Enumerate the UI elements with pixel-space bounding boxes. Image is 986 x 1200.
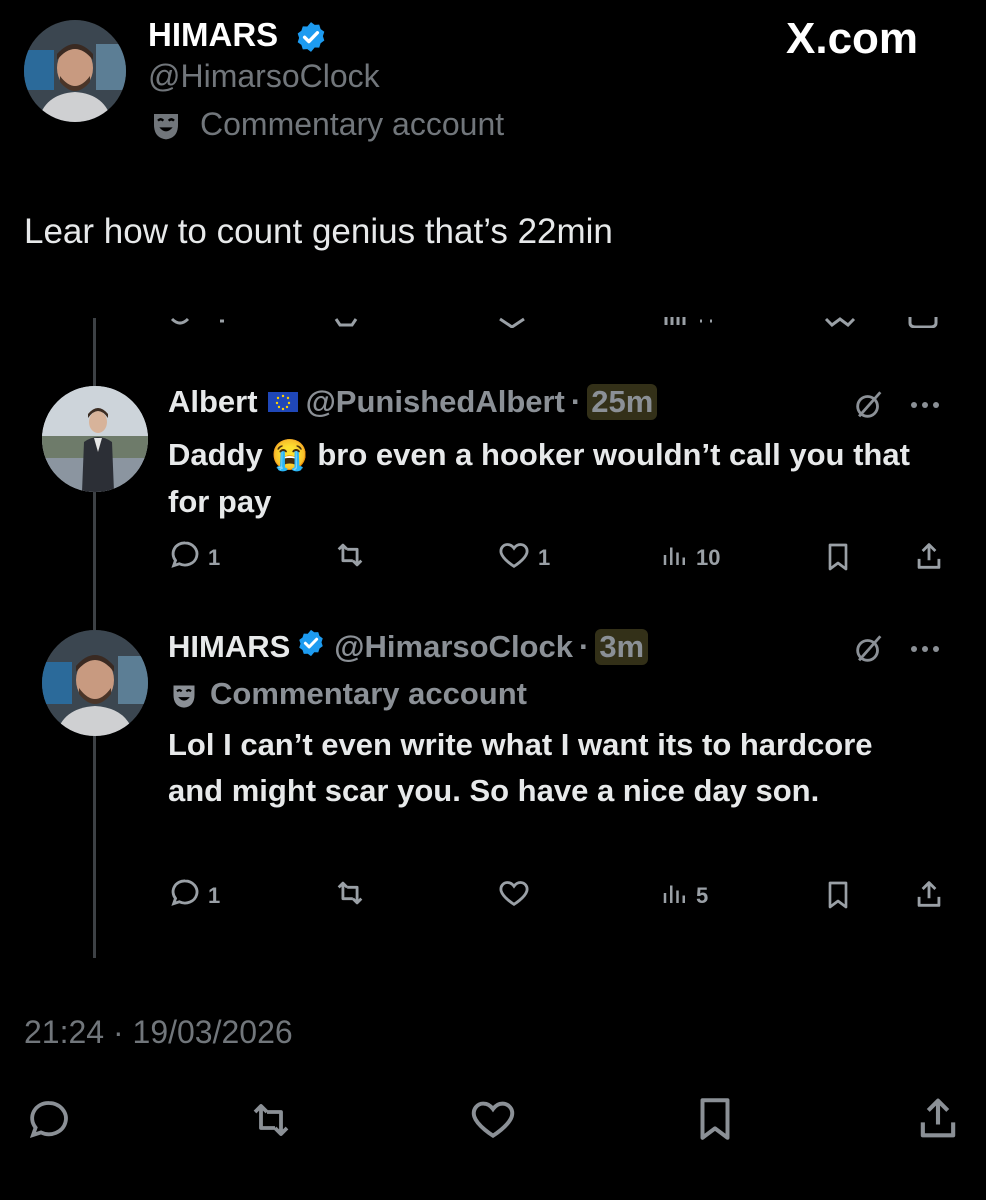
- like-button[interactable]: [496, 876, 538, 916]
- views-button[interactable]: 5: [660, 876, 708, 916]
- more-icon[interactable]: [908, 398, 942, 416]
- repost-icon: [332, 538, 368, 578]
- reply-author-handle[interactable]: @HimarsoClock: [334, 629, 573, 665]
- verified-badge-icon: [294, 20, 328, 59]
- reply-text: Lol I can’t even write what I want its t…: [168, 727, 873, 808]
- reply-time[interactable]: 3m: [595, 629, 649, 665]
- grok-icon[interactable]: [852, 388, 886, 427]
- main-repost-icon[interactable]: [244, 1096, 298, 1149]
- views-icon: [660, 876, 690, 916]
- reply-avatar[interactable]: [42, 386, 148, 492]
- reply-text: Daddy 😭 bro even a hooker wouldn’t call …: [168, 432, 928, 525]
- commentary-mask-icon: [150, 110, 182, 147]
- reply-time[interactable]: 25m: [587, 384, 658, 420]
- repost-icon: [332, 876, 368, 916]
- views-icon: [660, 538, 690, 578]
- share-icon[interactable]: [912, 876, 946, 917]
- reply-icon: [168, 538, 202, 578]
- main-post-text: Lear how to count genius that’s 22min: [24, 212, 613, 251]
- cropped-action-row: [160, 316, 950, 328]
- reply-actions: 1 5: [168, 876, 948, 916]
- reply-button[interactable]: 1: [168, 538, 220, 578]
- reply-header: HIMARS @HimarsoClock · 3m: [168, 628, 649, 666]
- main-author-handle[interactable]: @HimarsoClock: [148, 58, 380, 95]
- main-like-icon[interactable]: [466, 1094, 520, 1149]
- grok-icon[interactable]: [852, 632, 886, 671]
- post-timestamp[interactable]: 21:24 · 19/03/2026: [24, 1014, 293, 1051]
- eu-flag-icon: [267, 384, 298, 420]
- main-bookmark-icon[interactable]: [690, 1094, 740, 1149]
- crying-emoji: 😭: [271, 439, 309, 472]
- views-count: 10: [696, 545, 721, 570]
- reply-icon: [168, 876, 202, 916]
- reply-button[interactable]: 1: [168, 876, 220, 916]
- x-watermark: X.com: [786, 14, 919, 63]
- reply-text-start: Daddy: [168, 437, 263, 472]
- like-count: 1: [538, 545, 551, 570]
- views-count: 5: [696, 883, 709, 908]
- views-button[interactable]: 10: [660, 538, 720, 578]
- reply-count: 1: [208, 545, 221, 570]
- like-icon: [496, 538, 532, 578]
- main-author-avatar[interactable]: [24, 20, 126, 122]
- reply-author-label: Commentary account: [210, 676, 527, 711]
- reply-author-name[interactable]: Albert: [168, 384, 258, 420]
- main-share-icon[interactable]: [912, 1092, 964, 1149]
- more-icon[interactable]: [908, 642, 942, 660]
- reply-separator: ·: [578, 629, 590, 664]
- reply-author-handle[interactable]: @PunishedAlbert: [306, 384, 565, 420]
- reply-author-name[interactable]: HIMARS: [168, 629, 290, 665]
- reply-avatar[interactable]: [42, 630, 148, 736]
- bookmark-icon[interactable]: [822, 878, 854, 917]
- verified-badge-icon: [296, 628, 326, 666]
- reply-count: 1: [208, 883, 221, 908]
- share-icon[interactable]: [912, 538, 946, 579]
- like-icon: [496, 876, 532, 916]
- reply-separator: ·: [570, 384, 582, 419]
- like-button[interactable]: 1: [496, 538, 550, 578]
- main-author-label: Commentary account: [200, 106, 505, 142]
- repost-button[interactable]: [332, 876, 374, 916]
- reply-header: Albert @PunishedAlbert · 25m: [168, 384, 658, 420]
- main-author-name[interactable]: HIMARS: [148, 16, 278, 54]
- commentary-mask-icon: [170, 682, 198, 715]
- main-reply-icon[interactable]: [24, 1096, 74, 1149]
- bookmark-icon[interactable]: [822, 540, 854, 579]
- repost-button[interactable]: [332, 538, 374, 578]
- reply-actions: 1 1 10: [168, 538, 948, 578]
